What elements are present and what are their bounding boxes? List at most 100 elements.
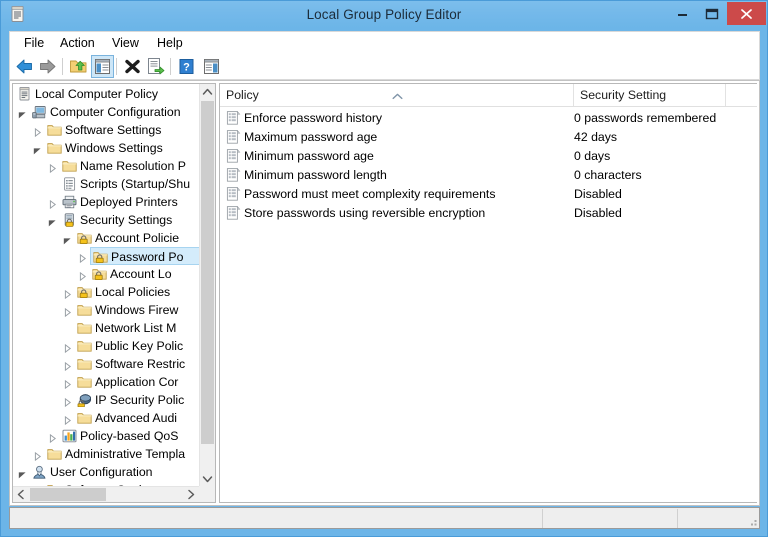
tree-item-account-lo[interactable]: Account Lo: [13, 265, 200, 283]
table-row[interactable]: Maximum password age42 days: [220, 128, 757, 147]
tree-expander-collapsed-icon[interactable]: [63, 396, 72, 405]
tree-horizontal-scrollbar-thumb[interactable]: [30, 488, 106, 501]
tree-item-application-cor[interactable]: Application Cor: [13, 373, 200, 391]
tree-item-deployed-printers[interactable]: Deployed Printers: [13, 193, 200, 211]
tree-item-content[interactable]: Policy-based QoS: [60, 427, 200, 445]
table-row[interactable]: Password must meet complexity requiremen…: [220, 185, 757, 204]
chevron-right-icon[interactable]: [183, 487, 199, 502]
tree-expander-collapsed-icon[interactable]: [63, 360, 72, 369]
tree-expander-expanded-icon[interactable]: [48, 216, 57, 225]
show-hide-action-pane-button[interactable]: [201, 56, 222, 77]
tree-item-content[interactable]: Windows Settings: [45, 139, 200, 157]
tree-item-content[interactable]: Public Key Polic: [75, 337, 200, 355]
tree-expander-collapsed-icon[interactable]: [63, 342, 72, 351]
tree-expander-collapsed-icon[interactable]: [78, 252, 87, 261]
chevron-down-icon[interactable]: [200, 471, 215, 487]
menu-file[interactable]: File: [18, 34, 50, 52]
tree-expander-collapsed-icon[interactable]: [63, 378, 72, 387]
table-row[interactable]: Store passwords using reversible encrypt…: [220, 204, 757, 223]
policy-name-cell: Password must meet complexity requiremen…: [244, 185, 496, 204]
menu-view[interactable]: View: [106, 34, 145, 52]
tree-item-user-configuration[interactable]: User Configuration: [13, 463, 200, 481]
tree-item-content[interactable]: Security Settings: [60, 211, 200, 229]
tree-item-security-settings[interactable]: Security Settings: [13, 211, 200, 229]
tree-expander-expanded-icon[interactable]: [33, 144, 42, 153]
tree-expander-collapsed-icon[interactable]: [63, 306, 72, 315]
tree-item-scripts-startup-shu[interactable]: Scripts (Startup/Shu: [13, 175, 200, 193]
tree-item-content[interactable]: Windows Firew: [75, 301, 200, 319]
maximize-button[interactable]: [697, 2, 726, 25]
show-hide-console-tree-button[interactable]: [91, 55, 114, 78]
tree-item-content[interactable]: Application Cor: [75, 373, 200, 391]
tree-item-content[interactable]: Account Lo: [90, 265, 200, 283]
tree-item-computer-configuration[interactable]: Computer Configuration: [13, 103, 200, 121]
tree-item-windows-firew[interactable]: Windows Firew: [13, 301, 200, 319]
tree-item-content[interactable]: IP Security Polic: [75, 391, 200, 409]
close-button[interactable]: [727, 2, 766, 25]
tree-item-content[interactable]: Network List M: [75, 319, 200, 337]
minimize-button[interactable]: [668, 2, 697, 25]
menu-action[interactable]: Action: [54, 34, 101, 52]
tree-item-content[interactable]: Name Resolution P: [60, 157, 200, 175]
table-row[interactable]: Enforce password history0 passwords reme…: [220, 109, 757, 128]
delete-button[interactable]: [122, 56, 143, 77]
tree-item-content[interactable]: Local Policies: [75, 283, 200, 301]
tree-expander-collapsed-icon[interactable]: [48, 198, 57, 207]
tree-vertical-scrollbar[interactable]: [199, 84, 215, 487]
tree-item-content[interactable]: User Configuration: [30, 463, 200, 481]
tree-item-name-resolution-p[interactable]: Name Resolution P: [13, 157, 200, 175]
column-header-extra[interactable]: [726, 84, 757, 106]
forward-button[interactable]: [37, 56, 58, 77]
tree-item-administrative-templa[interactable]: Administrative Templa: [13, 445, 200, 463]
tree-item-content[interactable]: Software Settings: [45, 121, 200, 139]
back-button[interactable]: [14, 56, 35, 77]
tree-item-content[interactable]: Account Policie: [75, 229, 200, 247]
tree-item-public-key-polic[interactable]: Public Key Polic: [13, 337, 200, 355]
tree-expander-expanded-icon[interactable]: [63, 234, 72, 243]
tree-item-windows-settings[interactable]: Windows Settings: [13, 139, 200, 157]
help-button[interactable]: ?: [176, 56, 197, 77]
tree-item-content[interactable]: Computer Configuration: [30, 103, 200, 121]
tree-item-content[interactable]: Administrative Templa: [45, 445, 200, 463]
tree-item-account-policie[interactable]: Account Policie: [13, 229, 200, 247]
chevron-left-icon[interactable]: [13, 487, 29, 502]
tree-expander-collapsed-icon[interactable]: [63, 414, 72, 423]
up-one-level-button[interactable]: [68, 56, 89, 77]
tree-item-local-computer-policy[interactable]: Local Computer Policy: [13, 85, 200, 103]
tree-item-advanced-audi[interactable]: Advanced Audi: [13, 409, 200, 427]
computer-icon: [32, 105, 47, 119]
tree-item-password-po[interactable]: Password Po: [13, 247, 200, 265]
column-header-security-setting[interactable]: Security Setting: [574, 84, 726, 106]
tree-expander-collapsed-icon[interactable]: [33, 126, 42, 135]
tree-horizontal-scrollbar[interactable]: [13, 486, 215, 502]
tree-expander-expanded-icon[interactable]: [18, 108, 27, 117]
table-row[interactable]: Minimum password age0 days: [220, 147, 757, 166]
tree-item-content[interactable]: Deployed Printers: [60, 193, 200, 211]
menu-help[interactable]: Help: [151, 34, 189, 52]
tree-item-network-list-m[interactable]: Network List M: [13, 319, 200, 337]
tree-expander-expanded-icon[interactable]: [18, 468, 27, 477]
tree-item-local-policies[interactable]: Local Policies: [13, 283, 200, 301]
locked-folder-icon: [77, 231, 92, 245]
tree-expander-collapsed-icon[interactable]: [63, 288, 72, 297]
tree-item-content[interactable]: Advanced Audi: [75, 409, 200, 427]
tree-item-content[interactable]: Software Restric: [75, 355, 200, 373]
tree-item-ip-security-polic[interactable]: IP Security Polic: [13, 391, 200, 409]
tree-expander-collapsed-icon[interactable]: [33, 450, 42, 459]
tree-item-software-restric[interactable]: Software Restric: [13, 355, 200, 373]
tree-item-content[interactable]: Scripts (Startup/Shu: [60, 175, 200, 193]
resize-grip-icon[interactable]: [746, 515, 758, 527]
tree-item-content[interactable]: Password Po: [90, 247, 200, 265]
tree-expander-collapsed-icon[interactable]: [48, 432, 57, 441]
tree-expander-collapsed-icon[interactable]: [48, 162, 57, 171]
tree-expander-collapsed-icon[interactable]: [78, 270, 87, 279]
tree-item-content[interactable]: Local Computer Policy: [15, 85, 200, 103]
table-row[interactable]: Minimum password length0 characters: [220, 166, 757, 185]
folder-icon: [77, 303, 92, 317]
tree-item-policy-based-qos[interactable]: Policy-based QoS: [13, 427, 200, 445]
tree-vertical-scrollbar-thumb[interactable]: [201, 101, 214, 444]
export-list-button[interactable]: [145, 56, 166, 77]
tree-item-label: Account Lo: [110, 265, 172, 283]
chevron-up-icon[interactable]: [200, 84, 215, 100]
tree-item-software-settings[interactable]: Software Settings: [13, 121, 200, 139]
